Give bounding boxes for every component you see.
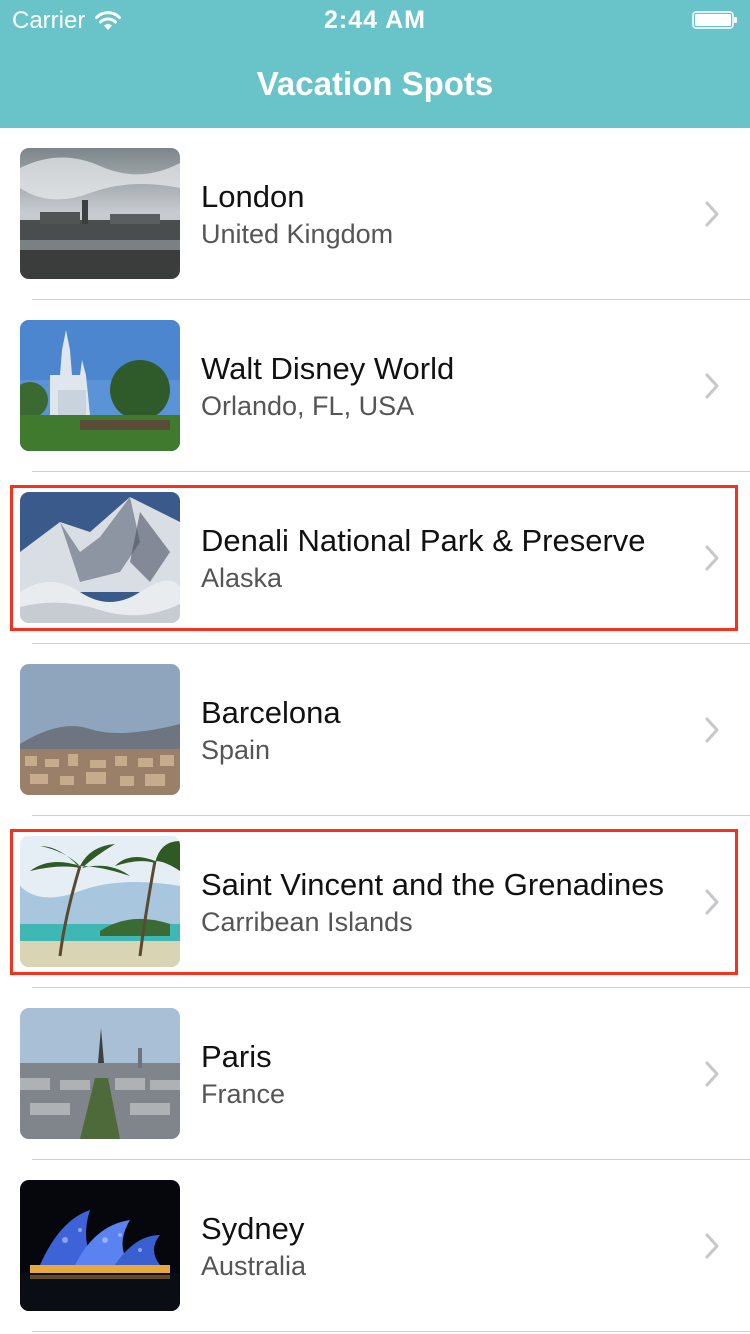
spot-location: Orlando, FL, USA: [201, 390, 415, 421]
spot-thumbnail-london: [20, 148, 180, 279]
spot-name: Saint Vincent and the Grenadines: [201, 866, 665, 902]
navigation-bar: Vacation Spots: [0, 40, 750, 128]
row-divider: [32, 1331, 750, 1332]
spot-name: Walt Disney World: [201, 350, 455, 386]
chevron-right-icon: [705, 373, 719, 399]
chevron-right-icon: [705, 889, 719, 915]
spot-name: London: [201, 178, 305, 214]
chevron-right-icon: [705, 1061, 719, 1087]
spot-location: United Kingdom: [201, 218, 394, 249]
list-item-barcelona[interactable]: Barcelona Spain: [0, 644, 750, 816]
spot-name: Barcelona: [201, 694, 341, 730]
list-item-sydney[interactable]: Sydney Australia: [0, 1160, 750, 1332]
list-item-london[interactable]: London United Kingdom: [0, 128, 750, 300]
list-item-walt-disney-world[interactable]: Walt Disney World Orlando, FL, USA: [0, 300, 750, 472]
saint-vincent-photo: [20, 836, 180, 967]
spot-location: Carribean Islands: [201, 906, 413, 937]
spot-thumbnail-sydney: [20, 1180, 180, 1311]
spot-location: Australia: [201, 1250, 307, 1281]
status-time: 2:44 AM: [324, 6, 426, 34]
walt-disney-world-photo: [20, 320, 180, 451]
spot-location: Alaska: [201, 562, 283, 593]
battery-icon: [692, 11, 737, 29]
spot-name: Denali National Park & Preserve: [201, 522, 646, 558]
spot-thumbnail-paris: [20, 1008, 180, 1139]
list-item-paris[interactable]: Paris France: [0, 988, 750, 1160]
vacation-spots-list: London United Kingdom Walt Disney World …: [0, 128, 750, 1332]
chevron-right-icon: [705, 717, 719, 743]
london-photo: [20, 148, 180, 279]
spot-thumbnail-saint-vincent: [20, 836, 180, 967]
spot-thumbnail-walt-disney-world: [20, 320, 180, 451]
spot-location: Spain: [201, 734, 271, 765]
spot-thumbnail-barcelona: [20, 664, 180, 795]
chevron-right-icon: [705, 201, 719, 227]
page-title: Vacation Spots: [256, 65, 494, 102]
spot-name: Paris: [201, 1038, 272, 1074]
denali-photo: [20, 492, 180, 623]
list-item-denali-national-park[interactable]: Denali National Park & Preserve Alaska: [0, 472, 750, 644]
chevron-right-icon: [705, 1233, 719, 1259]
spot-thumbnail-denali: [20, 492, 180, 623]
chevron-right-icon: [705, 545, 719, 571]
barcelona-photo: [20, 664, 180, 795]
spot-location: France: [201, 1078, 286, 1109]
status-bar: Carrier 2:44 AM: [0, 0, 750, 40]
paris-photo: [20, 1008, 180, 1139]
list-item-saint-vincent-and-the-grenadines[interactable]: Saint Vincent and the Grenadines Carribe…: [0, 816, 750, 988]
sydney-photo: [20, 1180, 180, 1311]
spot-name: Sydney: [201, 1210, 305, 1246]
